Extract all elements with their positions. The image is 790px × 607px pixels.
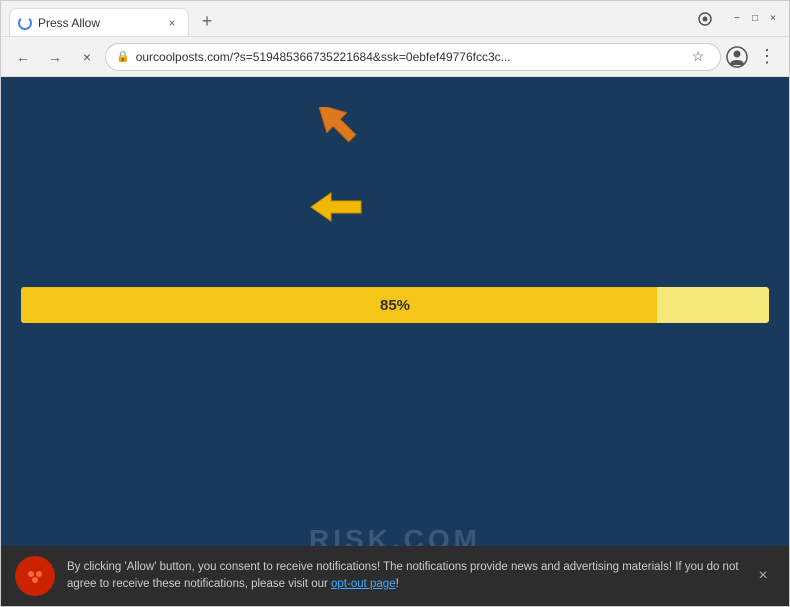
chrome-menu-button[interactable]: ⋮ bbox=[753, 43, 781, 71]
active-tab[interactable]: Press Allow × bbox=[9, 8, 189, 36]
maximize-button[interactable]: □ bbox=[747, 11, 763, 27]
arrows-graphic bbox=[241, 107, 441, 267]
notification-bar: By clicking 'Allow' button, you consent … bbox=[1, 546, 789, 606]
minimize-button[interactable]: − bbox=[729, 11, 745, 27]
window-controls: − □ × bbox=[729, 11, 781, 27]
progress-container: 85% bbox=[21, 287, 769, 323]
profile-button[interactable] bbox=[725, 45, 749, 69]
tab-close-button[interactable]: × bbox=[164, 15, 180, 31]
lock-icon: 🔒 bbox=[116, 50, 130, 63]
title-bar: Press Allow × + − □ × bbox=[1, 1, 789, 37]
extensions-button[interactable] bbox=[693, 7, 717, 31]
progress-label: 85% bbox=[380, 297, 410, 314]
tab-title: Press Allow bbox=[38, 16, 158, 30]
opt-out-link[interactable]: opt-out page bbox=[331, 578, 396, 590]
back-button[interactable]: ← bbox=[9, 43, 37, 71]
nav-bar: ← → × 🔒 ourcoolposts.com/?s=519485366735… bbox=[1, 37, 789, 77]
bookmark-button[interactable]: ☆ bbox=[686, 45, 710, 69]
notification-text: By clicking 'Allow' button, you consent … bbox=[67, 559, 739, 594]
notification-logo bbox=[15, 556, 55, 596]
browser-window: Press Allow × + − □ × ← → × 🔒 ourcoolpos… bbox=[0, 0, 790, 607]
tab-spinner bbox=[18, 16, 32, 30]
tab-area: Press Allow × + bbox=[9, 1, 689, 36]
forward-button[interactable]: → bbox=[41, 43, 69, 71]
progress-fill bbox=[21, 287, 657, 323]
new-tab-button[interactable]: + bbox=[193, 8, 221, 36]
address-bar[interactable]: 🔒 ourcoolposts.com/?s=519485366735221684… bbox=[105, 43, 721, 71]
notif-text-part2: ! bbox=[396, 578, 399, 590]
notification-close-button[interactable]: × bbox=[751, 564, 775, 588]
progress-bar: 85% bbox=[21, 287, 769, 323]
url-text: ourcoolposts.com/?s=519485366735221684&s… bbox=[136, 50, 680, 64]
reload-button[interactable]: × bbox=[73, 43, 101, 71]
notif-text-part1: By clicking 'Allow' button, you consent … bbox=[67, 561, 739, 590]
page-content: 85% RISK.COM By clicking 'Allow' button,… bbox=[1, 77, 789, 606]
close-window-button[interactable]: × bbox=[765, 11, 781, 27]
